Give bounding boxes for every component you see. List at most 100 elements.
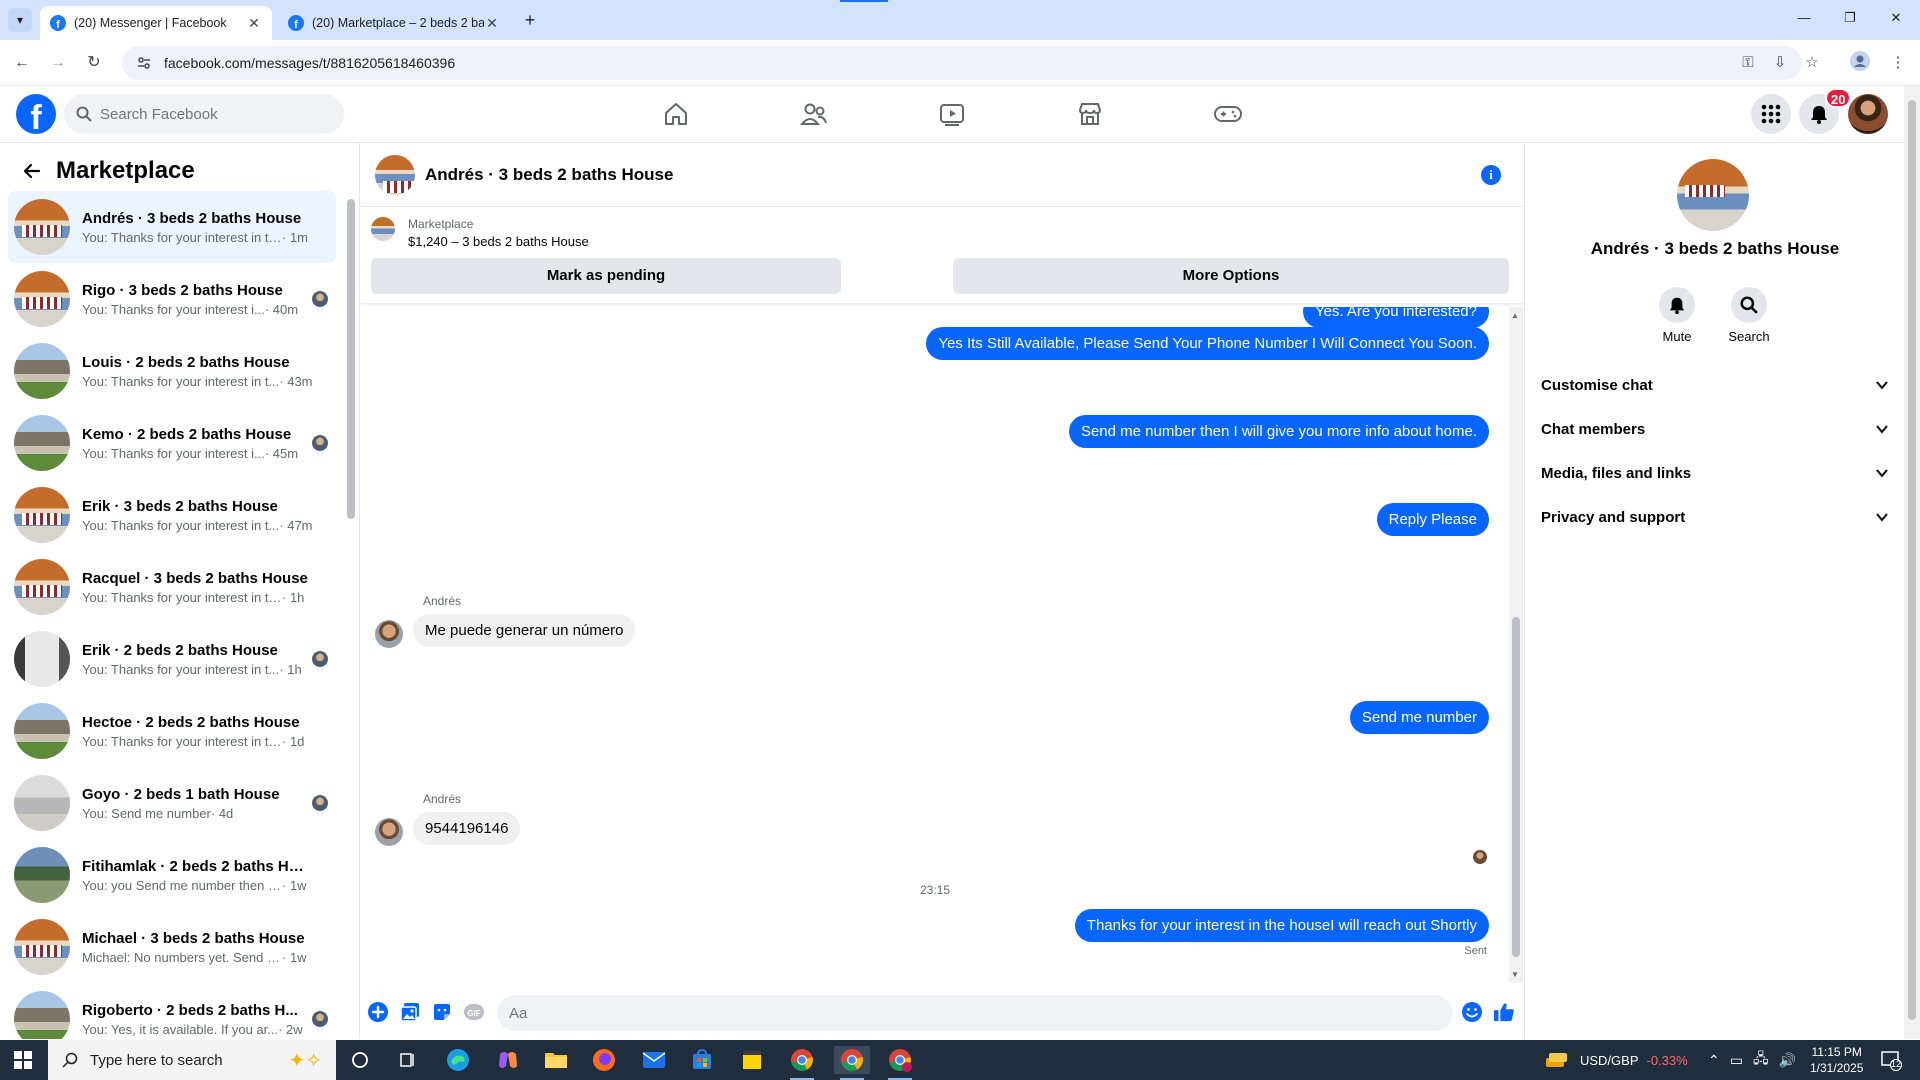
nav-home[interactable] xyxy=(620,90,732,138)
store-icon[interactable] xyxy=(684,1046,720,1074)
new-tab-button[interactable]: + xyxy=(520,10,540,30)
address-bar[interactable]: facebook.com/messages/t/8816205618460396 xyxy=(122,46,1802,80)
network-icon[interactable]: 🖧 xyxy=(1753,1048,1769,1072)
message-outgoing[interactable]: Thanks for your interest in the houseI w… xyxy=(1074,909,1489,942)
sender-avatar[interactable] xyxy=(375,620,403,648)
conversation-item[interactable]: Rigo · 3 beds 2 baths House You: Thanks f… xyxy=(8,263,336,335)
listing-thumbnail[interactable] xyxy=(371,217,395,241)
scroll-down-arrow-icon[interactable]: ▼ xyxy=(1511,970,1519,979)
mute-button[interactable]: Mute xyxy=(1647,287,1707,344)
mark-pending-button[interactable]: Mark as pending xyxy=(371,258,841,294)
account-avatar[interactable] xyxy=(1848,94,1888,134)
conversation-item[interactable]: Fitihamlak · 2 beds 2 baths House You: yo… xyxy=(8,839,336,911)
info-icon[interactable]: i xyxy=(1481,165,1501,185)
section-chat-members[interactable]: Chat members xyxy=(1541,407,1889,451)
tab-search-button[interactable]: ▾ xyxy=(8,8,32,32)
conversation-item[interactable]: Louis · 2 beds 2 baths House You: Thanks … xyxy=(8,335,336,407)
file-explorer-icon[interactable] xyxy=(538,1046,574,1074)
tab-messenger[interactable]: f (20) Messenger | Facebook ✕ xyxy=(40,6,272,40)
chat-avatar[interactable] xyxy=(375,154,415,195)
back-arrow-button[interactable] xyxy=(16,155,48,187)
close-window-button[interactable]: ✕ xyxy=(1886,10,1906,26)
message-outgoing[interactable]: Send me number then I will give you more… xyxy=(1068,415,1489,448)
meet-now-icon[interactable]: ▭ xyxy=(1730,1052,1743,1069)
conversation-item[interactable]: Goyo · 2 beds 1 bath House You: Send me n… xyxy=(8,767,336,839)
section-media-files-links[interactable]: Media, files and links xyxy=(1541,451,1889,495)
sticker-icon[interactable] xyxy=(431,1001,453,1023)
tab-marketplace[interactable]: f (20) Marketplace – 2 beds 2 bat ✕ xyxy=(278,6,510,40)
notification-center-button[interactable]: 12 xyxy=(1880,1040,1902,1080)
taskbar-search[interactable]: Type here to search ✦✧ xyxy=(48,1040,336,1080)
forward-button[interactable]: → xyxy=(46,51,70,75)
copilot-icon[interactable] xyxy=(490,1046,526,1074)
widgets-icon[interactable] xyxy=(390,1046,426,1074)
password-key-icon[interactable]: ⚿ xyxy=(1736,51,1760,75)
firefox-icon[interactable] xyxy=(586,1046,622,1074)
chrome-profile-icon[interactable] xyxy=(834,1046,870,1080)
message-outgoing[interactable]: Send me number xyxy=(1349,701,1489,734)
page-scroll-thumb[interactable] xyxy=(1908,100,1916,1020)
facebook-logo[interactable]: f xyxy=(16,94,56,134)
like-icon[interactable] xyxy=(1493,1001,1515,1023)
conversation-item[interactable]: Racquel · 3 beds 2 baths House You: Thank… xyxy=(8,551,336,623)
conversation-item[interactable]: Kemo · 2 beds 2 baths House You: Thanks f… xyxy=(8,407,336,479)
conversation-item[interactable]: Rigoberto · 2 beds 2 baths H... You: Yes,… xyxy=(8,983,336,1039)
message-incoming[interactable]: Me puede generar un número xyxy=(413,614,636,647)
thread-scroll-thumb[interactable] xyxy=(1512,617,1520,957)
facebook-search[interactable] xyxy=(64,94,344,134)
sticky-notes-icon[interactable] xyxy=(734,1046,770,1074)
listing-price-title[interactable]: $1,240 – 3 beds 2 baths House xyxy=(408,234,589,249)
sidebar-scroll-thumb[interactable] xyxy=(347,199,355,519)
currency-widget[interactable]: USD/GBP -0.33% xyxy=(1544,1040,1688,1080)
chevron-up-icon[interactable]: ⌃ xyxy=(1708,1052,1720,1069)
close-tab-icon[interactable]: ✕ xyxy=(246,15,262,32)
emoji-icon[interactable] xyxy=(1461,1001,1483,1023)
chat-title[interactable]: Andrés · 3 beds 2 baths House xyxy=(425,165,673,185)
section-privacy-support[interactable]: Privacy and support xyxy=(1541,495,1889,539)
minimize-button[interactable]: — xyxy=(1794,10,1814,25)
mail-icon[interactable] xyxy=(636,1046,672,1074)
restore-button[interactable]: ❐ xyxy=(1840,10,1860,26)
conversation-item[interactable]: Erik · 3 beds 2 baths House You: Thanks f… xyxy=(8,479,336,551)
chrome-icon[interactable] xyxy=(784,1046,820,1080)
bookmark-star-icon[interactable]: ☆ xyxy=(1800,51,1824,75)
message-outgoing[interactable]: Yes. Are you interested? xyxy=(1302,307,1489,328)
plus-icon[interactable] xyxy=(367,1001,389,1023)
message-incoming[interactable]: 9544196146 xyxy=(413,812,521,845)
message-outgoing[interactable]: Yes Its Still Available, Please Send You… xyxy=(926,327,1489,360)
windows-start-icon[interactable] xyxy=(14,1051,32,1069)
search-conversation-button[interactable]: Search xyxy=(1719,287,1779,344)
back-button[interactable]: ← xyxy=(10,51,34,75)
edge-browser-icon[interactable] xyxy=(440,1046,476,1074)
volume-icon[interactable]: 🔊 xyxy=(1779,1052,1796,1069)
install-app-icon[interactable]: ⇩ xyxy=(1768,51,1792,75)
photo-icon[interactable] xyxy=(399,1001,421,1023)
sidebar-scrollbar[interactable] xyxy=(347,191,355,1031)
nav-gaming[interactable] xyxy=(1172,90,1284,138)
profile-icon[interactable] xyxy=(1848,51,1872,75)
facebook-search-input[interactable] xyxy=(100,105,320,123)
nav-video[interactable] xyxy=(896,90,1008,138)
conversation-item[interactable]: Andrés · 3 beds 2 baths House You: Thanks… xyxy=(8,191,336,263)
nav-marketplace[interactable] xyxy=(1034,90,1146,138)
site-settings-icon[interactable] xyxy=(136,55,152,71)
conversation-avatar[interactable] xyxy=(1677,159,1749,231)
more-options-button[interactable]: More Options xyxy=(953,258,1509,294)
menu-grid-button[interactable] xyxy=(1751,94,1791,134)
section-customise-chat[interactable]: Customise chat xyxy=(1541,363,1889,407)
sender-avatar[interactable] xyxy=(375,818,403,846)
conversation-item[interactable]: Hectoe · 2 beds 2 baths House You: Thanks… xyxy=(8,695,336,767)
close-tab-icon[interactable]: ✕ xyxy=(484,15,500,32)
scroll-up-arrow-icon[interactable]: ▲ xyxy=(1511,311,1519,320)
thread-scrollbar[interactable]: ▲ ▼ xyxy=(1509,307,1523,983)
clock[interactable]: 11:15 PM 1/31/2025 xyxy=(1810,1040,1863,1080)
chrome-profile-2-icon[interactable] xyxy=(882,1046,918,1080)
gif-icon[interactable]: GIF xyxy=(463,1001,485,1023)
conversation-item[interactable]: Michael · 3 beds 2 baths House Michael: N… xyxy=(8,911,336,983)
page-scrollbar[interactable] xyxy=(1904,86,1920,1039)
conversation-item[interactable]: Erik · 2 beds 2 baths House You: Thanks f… xyxy=(8,623,336,695)
message-input[interactable] xyxy=(497,995,1453,1031)
message-outgoing[interactable]: Reply Please xyxy=(1376,503,1489,536)
reload-button[interactable]: ↻ xyxy=(82,51,106,75)
browser-menu-icon[interactable]: ⋮ xyxy=(1886,51,1910,75)
